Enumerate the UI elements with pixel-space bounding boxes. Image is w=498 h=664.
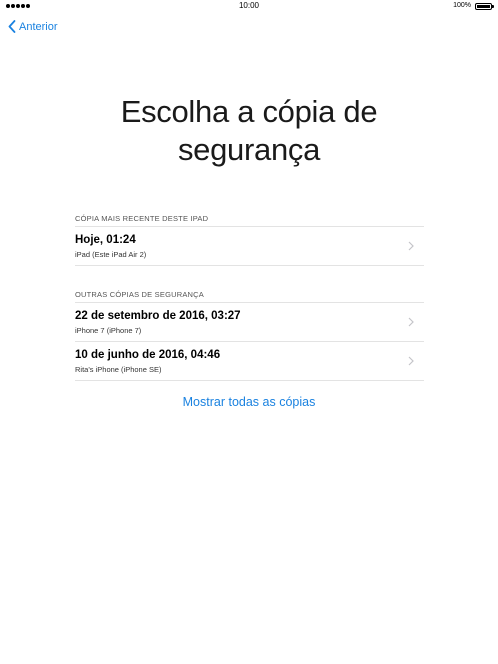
backup-row-title: 10 de junho de 2016, 04:46 (75, 349, 221, 361)
backup-row[interactable]: 22 de setembro de 2016, 03:27 iPhone 7 (… (75, 303, 424, 342)
backup-row-subtitle: iPhone 7 (iPhone 7) (75, 326, 142, 335)
page-title: Escolha a cópia de segurança (0, 93, 498, 169)
back-button[interactable]: Anterior (8, 20, 58, 33)
section-header-others: OUTRAS CÓPIAS DE SEGURANÇA (75, 287, 424, 303)
page-title-line-2: segurança (177, 132, 321, 167)
recent-backup-section: CÓPIA MAIS RECENTE DESTE IPAD Hoje, 01:2… (75, 211, 424, 266)
backup-row[interactable]: Hoje, 01:24 iPad (Este iPad Air 2) (75, 227, 424, 266)
battery-icon (475, 3, 494, 10)
chevron-right-icon (408, 317, 414, 327)
status-bar: 10:00 100% (0, 0, 498, 14)
show-all-backups-button[interactable]: Mostrar todas as cópias (0, 395, 498, 409)
backup-row-title: Hoje, 01:24 (75, 234, 136, 246)
backup-row-subtitle: iPad (Este iPad Air 2) (75, 250, 147, 259)
other-backups-section: OUTRAS CÓPIAS DE SEGURANÇA 22 de setembr… (75, 287, 424, 381)
section-header-recent: CÓPIA MAIS RECENTE DESTE IPAD (75, 211, 424, 227)
status-time: 10:00 (238, 1, 260, 10)
back-label: Anterior (19, 20, 58, 33)
battery-percentage: 100% (453, 2, 471, 9)
chevron-right-icon (408, 241, 414, 251)
backup-row[interactable]: 10 de junho de 2016, 04:46 Rita's iPhone… (75, 342, 424, 381)
chevron-left-icon (8, 20, 16, 33)
backup-row-title: 22 de setembro de 2016, 03:27 (75, 310, 241, 322)
backup-row-subtitle: Rita's iPhone (iPhone SE) (75, 365, 162, 374)
chevron-right-icon (408, 356, 414, 366)
page-title-line-1: Escolha a cópia de (120, 94, 378, 129)
